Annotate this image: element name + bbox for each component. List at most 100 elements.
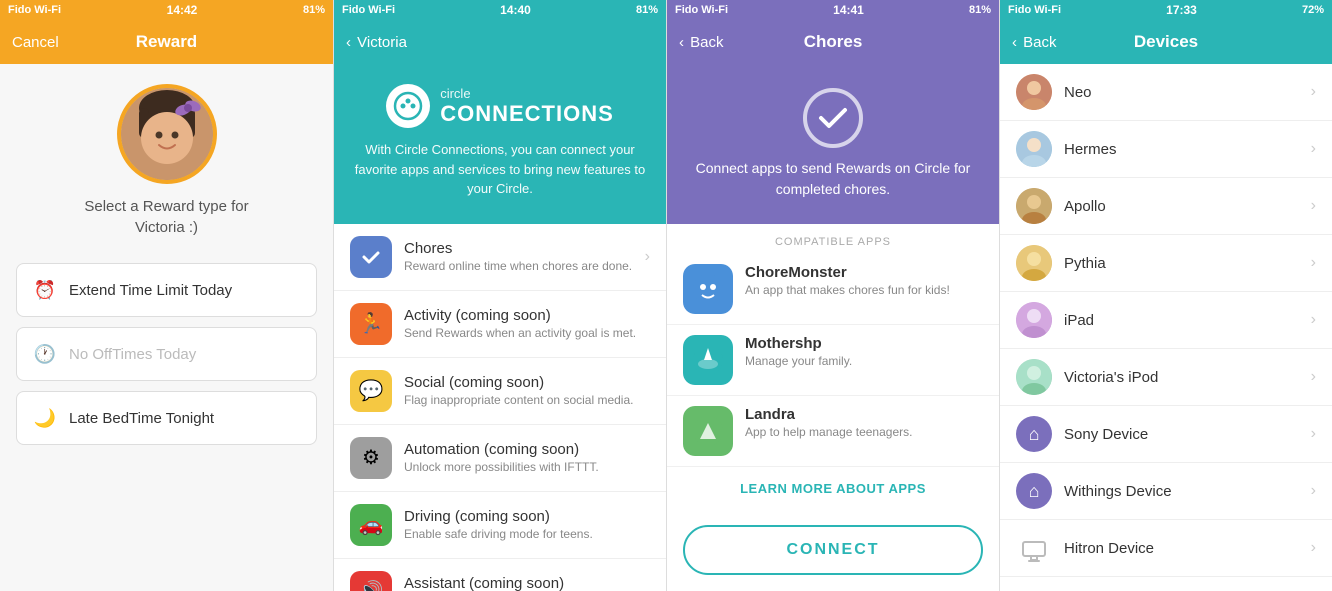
panel-devices: Fido Wi-Fi 17:33 72% ‹ Back Devices Neo … xyxy=(999,0,1332,591)
landra-icon xyxy=(683,406,733,456)
activity-icon: 🏃 xyxy=(350,303,392,345)
home-icon-withings: ⌂ xyxy=(1029,481,1040,502)
choremonster-text: ChoreMonster An app that makes chores fu… xyxy=(745,264,983,297)
device-pythia[interactable]: Pythia › xyxy=(1000,235,1332,292)
device-hitron[interactable]: Hitron Device › xyxy=(1000,520,1332,577)
neo-name: Neo xyxy=(1064,84,1299,101)
connection-chores[interactable]: Chores Reward online time when chores ar… xyxy=(334,224,666,291)
back-button-4[interactable]: ‹ Back xyxy=(1012,34,1057,51)
social-icon: 💬 xyxy=(350,370,392,412)
sony-avatar: ⌂ xyxy=(1016,416,1052,452)
back-button-3[interactable]: ‹ Back xyxy=(679,34,724,51)
device-mycloud[interactable]: MyCloud-2 › xyxy=(1000,577,1332,591)
connect-btn-wrap: CONNECT xyxy=(667,515,999,591)
ipod-avatar xyxy=(1016,359,1052,395)
offtimes-label: No OffTimes Today xyxy=(69,346,196,363)
mothership-text: Mothershp Manage your family. xyxy=(745,335,983,368)
reward-option-bedtime[interactable]: 🌙 Late BedTime Tonight xyxy=(16,391,317,445)
hitron-name: Hitron Device xyxy=(1064,540,1299,557)
panel-connections: Fido Wi-Fi 14:40 81% ‹ Victoria circle C… xyxy=(333,0,666,591)
panel-reward: Fido Wi-Fi 14:42 81% Cancel Reward xyxy=(0,0,333,591)
ipad-name: iPad xyxy=(1064,312,1299,329)
nav-title-4: Devices xyxy=(1134,32,1198,52)
activity-text: Activity (coming soon) Send Rewards when… xyxy=(404,307,650,340)
device-ipad[interactable]: iPad › xyxy=(1000,292,1332,349)
social-text: Social (coming soon) Flag inappropriate … xyxy=(404,374,650,407)
hitron-chevron: › xyxy=(1311,539,1316,557)
status-bar-1: Fido Wi-Fi 14:42 81% xyxy=(0,0,333,20)
landra-text: Landra App to help manage teenagers. xyxy=(745,406,983,439)
bedtime-icon: 🌙 xyxy=(33,406,57,430)
chores-text: Chores Reward online time when chores ar… xyxy=(404,240,633,273)
driving-icon: 🚗 xyxy=(350,504,392,546)
connection-assistant: 🔊 Assistant (coming soon) Ask Alexa abou… xyxy=(334,559,666,591)
app-landra[interactable]: Landra App to help manage teenagers. xyxy=(667,396,999,467)
circle-dots-icon xyxy=(393,91,423,121)
router-icon xyxy=(1020,534,1048,562)
back-button-2[interactable]: ‹ Victoria xyxy=(346,34,407,51)
status-time-4: 17:33 xyxy=(1166,3,1197,17)
pythia-avatar xyxy=(1016,245,1052,281)
chore-check-circle xyxy=(803,88,863,148)
apollo-chevron: › xyxy=(1311,197,1316,215)
pythia-name: Pythia xyxy=(1064,255,1299,272)
status-battery-1: 81% xyxy=(303,4,325,16)
connections-header: circle CONNECTIONS With Circle Connectio… xyxy=(334,64,666,224)
device-victorias-ipod[interactable]: Victoria's iPod › xyxy=(1000,349,1332,406)
avatar-section: Select a Reward type for Victoria :) xyxy=(0,64,333,253)
sony-name: Sony Device xyxy=(1064,426,1299,443)
choremonster-icon xyxy=(683,264,733,314)
status-carrier-1: Fido Wi-Fi xyxy=(8,4,61,16)
status-carrier-4: Fido Wi-Fi xyxy=(1008,4,1061,16)
connection-automation: ⚙ Automation (coming soon) Unlock more p… xyxy=(334,425,666,492)
device-withings[interactable]: ⌂ Withings Device › xyxy=(1000,463,1332,520)
hermes-name: Hermes xyxy=(1064,141,1299,158)
device-sony[interactable]: ⌂ Sony Device › xyxy=(1000,406,1332,463)
sony-chevron: › xyxy=(1311,425,1316,443)
chores-arrow: › xyxy=(645,248,650,266)
app-choremonster[interactable]: ChoreMonster An app that makes chores fu… xyxy=(667,254,999,325)
reward-option-extend[interactable]: ⏰ Extend Time Limit Today xyxy=(16,263,317,317)
device-neo[interactable]: Neo › xyxy=(1000,64,1332,121)
ipad-avatar xyxy=(1016,302,1052,338)
connect-button[interactable]: CONNECT xyxy=(683,525,983,575)
apollo-avatar xyxy=(1016,188,1052,224)
mothership-icon xyxy=(683,335,733,385)
cancel-button[interactable]: Cancel xyxy=(12,34,59,51)
chore-checkmark-icon xyxy=(815,100,851,136)
nav-title-3: Chores xyxy=(804,32,863,52)
assistant-text: Assistant (coming soon) Ask Alexa about … xyxy=(404,575,650,591)
choremonster-logo xyxy=(690,271,726,307)
device-apollo[interactable]: Apollo › xyxy=(1000,178,1332,235)
back-arrow-2: ‹ xyxy=(346,34,351,51)
driving-text: Driving (coming soon) Enable safe drivin… xyxy=(404,508,650,541)
device-hermes[interactable]: Hermes › xyxy=(1000,121,1332,178)
pythia-chevron: › xyxy=(1311,254,1316,272)
back-arrow-4: ‹ xyxy=(1012,34,1017,51)
nav-title-1: Reward xyxy=(136,32,197,52)
status-time-2: 14:40 xyxy=(500,3,531,17)
nav-bar-2: ‹ Victoria xyxy=(334,20,666,64)
status-bar-4: Fido Wi-Fi 17:33 72% xyxy=(1000,0,1332,20)
status-battery-2: 81% xyxy=(636,4,658,16)
ipod-name: Victoria's iPod xyxy=(1064,369,1299,386)
status-battery-4: 72% xyxy=(1302,4,1324,16)
mycloud-icon xyxy=(1016,587,1052,591)
automation-icon: ⚙ xyxy=(350,437,392,479)
avatar-ring xyxy=(117,84,217,184)
chores-icon xyxy=(350,236,392,278)
withings-avatar: ⌂ xyxy=(1016,473,1052,509)
connection-driving: 🚗 Driving (coming soon) Enable safe driv… xyxy=(334,492,666,559)
status-battery-3: 81% xyxy=(969,4,991,16)
status-time-3: 14:41 xyxy=(833,3,864,17)
ipad-chevron: › xyxy=(1311,311,1316,329)
learn-more-link[interactable]: LEARN MORE ABOUT APPS xyxy=(667,467,999,510)
app-mothership[interactable]: Mothershp Manage your family. xyxy=(667,325,999,396)
back-arrow-3: ‹ xyxy=(679,34,684,51)
apollo-name: Apollo xyxy=(1064,198,1299,215)
panel-chores: Fido Wi-Fi 14:41 81% ‹ Back Chores Conne… xyxy=(666,0,999,591)
hermes-chevron: › xyxy=(1311,140,1316,158)
nav-bar-1: Cancel Reward xyxy=(0,20,333,64)
circle-brand-text: circle CONNECTIONS xyxy=(440,86,614,127)
bedtime-label: Late BedTime Tonight xyxy=(69,410,214,427)
